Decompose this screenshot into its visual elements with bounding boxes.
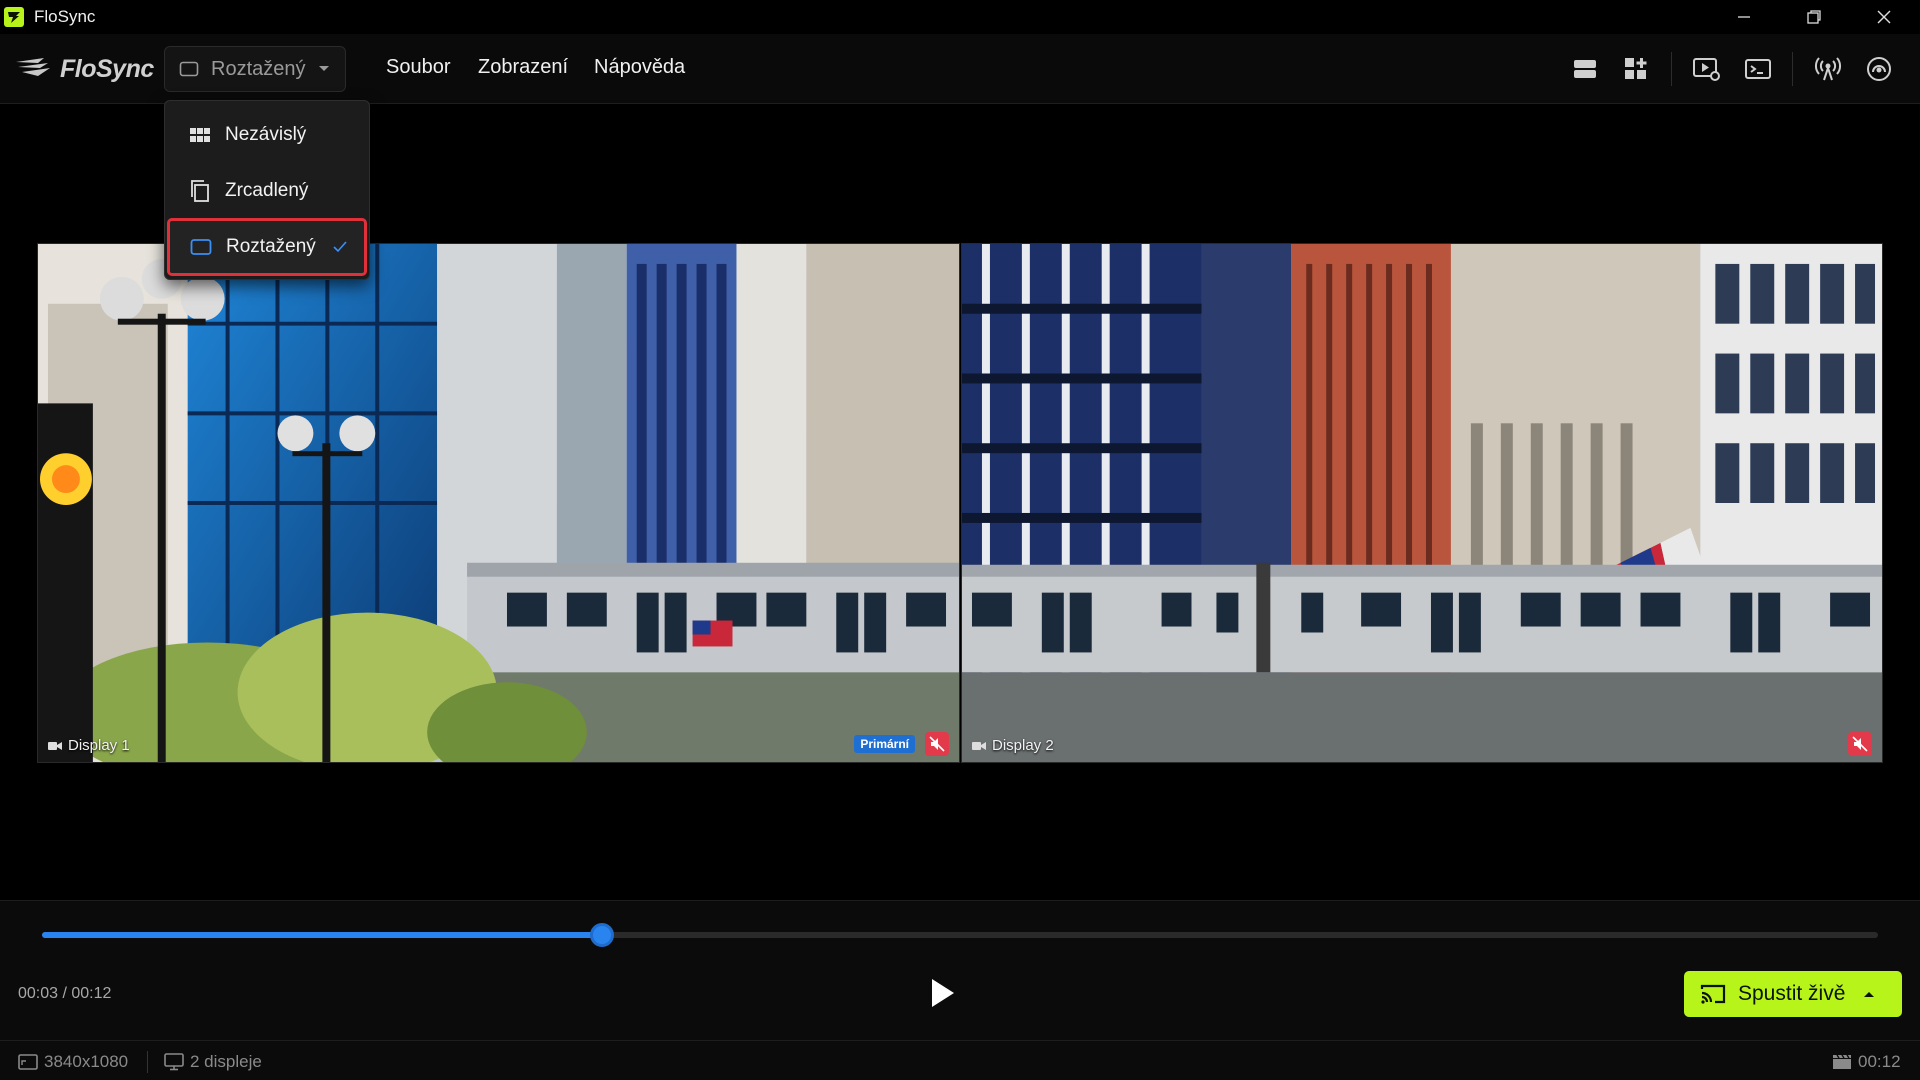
- signal-button[interactable]: [1862, 52, 1896, 86]
- seek-bar-progress: [42, 932, 602, 938]
- close-icon: [1877, 10, 1891, 24]
- display-mode-dropdown: Nezávislý Zrcadlený Roztažený: [164, 100, 370, 280]
- broadcast-icon: [1815, 57, 1841, 81]
- fingerprint-signal-icon: [1867, 57, 1891, 81]
- status-displays: 2 displeje: [164, 1052, 262, 1072]
- title-bar: FloSync: [0, 0, 1920, 34]
- broadcast-button[interactable]: [1811, 52, 1845, 86]
- caret-up-icon[interactable]: [1863, 990, 1875, 998]
- window-title: FloSync: [34, 7, 96, 26]
- menu-file[interactable]: Soubor: [386, 56, 451, 79]
- terminal-button[interactable]: [1741, 52, 1775, 86]
- minimize-button[interactable]: [1712, 0, 1776, 34]
- toolbar-divider: [1671, 52, 1672, 86]
- display-name: Display 2: [992, 737, 1054, 754]
- playback-controls: [0, 900, 1920, 1040]
- flosync-wing-icon: [16, 58, 50, 76]
- time-readout: 00:03 / 00:12: [18, 985, 112, 1002]
- close-button[interactable]: [1852, 0, 1916, 34]
- status-resolution: 3840x1080: [18, 1052, 128, 1072]
- mode-option-stretched[interactable]: Roztažený: [167, 218, 367, 276]
- resolution-icon: [18, 1054, 38, 1070]
- checkmark-icon: [333, 241, 347, 253]
- mode-option-independent[interactable]: Nezávislý: [167, 109, 367, 161]
- speaker-muted-icon: [929, 736, 945, 752]
- display-mode-value: Roztažený: [211, 57, 306, 80]
- seek-bar-thumb[interactable]: [589, 923, 614, 947]
- layout-grid-add-icon: [1625, 58, 1647, 79]
- displays-count: 2 displeje: [190, 1052, 262, 1071]
- display-label: Display 1: [48, 737, 130, 754]
- play-settings-icon: [1693, 58, 1720, 81]
- go-live-button[interactable]: Spustit živě: [1684, 971, 1902, 1017]
- display-outline-icon: [190, 239, 212, 255]
- app-logo-icon: [4, 7, 24, 27]
- status-divider: [147, 1051, 148, 1073]
- copy-icon: [191, 180, 209, 202]
- status-duration: 00:12: [1832, 1052, 1901, 1072]
- video-frame-city-right: [962, 244, 1882, 762]
- display-outline-icon: [179, 61, 199, 77]
- play-settings-button[interactable]: [1690, 52, 1724, 86]
- caret-down-icon: [318, 66, 329, 71]
- mode-option-label: Nezávislý: [225, 124, 307, 145]
- mute-button[interactable]: [925, 732, 949, 756]
- display-preview-2[interactable]: Display 2: [961, 243, 1883, 763]
- seek-bar[interactable]: [42, 923, 1878, 947]
- mode-option-label: Roztažený: [226, 236, 316, 257]
- video-camera-icon: [48, 741, 62, 750]
- display-mode-select[interactable]: Roztažený: [164, 46, 346, 92]
- brand-logo: FloSync: [14, 52, 154, 86]
- clapperboard-icon: [1833, 1054, 1851, 1069]
- grid-icon: [190, 128, 210, 142]
- mute-button[interactable]: [1848, 732, 1872, 756]
- minimize-icon: [1738, 16, 1750, 18]
- layout-rows-button[interactable]: [1568, 52, 1602, 86]
- display-preview-1[interactable]: Display 1 Primární: [37, 243, 960, 763]
- display-label: Display 2: [972, 737, 1054, 754]
- duration-value: 00:12: [1858, 1052, 1901, 1071]
- mode-option-label: Zrcadlený: [225, 180, 309, 201]
- play-icon[interactable]: [928, 975, 958, 1011]
- primary-badge: Primární: [854, 735, 915, 753]
- menu-bar: FloSync Roztažený Soubor Zobrazení Nápov…: [0, 34, 1920, 104]
- go-live-label: Spustit živě: [1738, 982, 1846, 1005]
- toolbar-divider: [1792, 52, 1793, 86]
- menu-view[interactable]: Zobrazení: [478, 56, 568, 79]
- terminal-icon: [1745, 59, 1771, 79]
- resolution-value: 3840x1080: [44, 1052, 129, 1071]
- display-name: Display 1: [68, 737, 130, 754]
- cast-icon: [1700, 984, 1726, 1004]
- restore-icon: [1807, 10, 1821, 24]
- logo-text: FloSync: [60, 54, 154, 83]
- speaker-muted-icon: [1852, 736, 1868, 752]
- layout-rows-icon: [1574, 60, 1596, 78]
- video-frame-city-left: [38, 244, 959, 762]
- monitor-icon: [164, 1053, 184, 1071]
- video-camera-icon: [972, 741, 986, 750]
- menu-help[interactable]: Nápověda: [594, 56, 685, 79]
- restore-button[interactable]: [1782, 0, 1846, 34]
- status-bar: 3840x1080 2 displeje 00:12: [0, 1040, 1920, 1080]
- mode-option-mirrored[interactable]: Zrcadlený: [167, 165, 367, 217]
- layout-grid-add-button[interactable]: [1619, 52, 1653, 86]
